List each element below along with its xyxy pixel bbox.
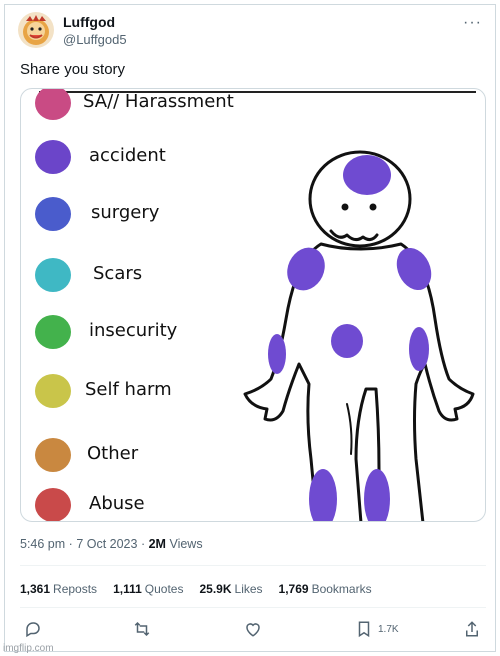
legend-color-dot bbox=[35, 197, 71, 231]
figure-mark bbox=[268, 334, 286, 374]
quotes-stat[interactable]: 1,111 Quotes bbox=[113, 582, 183, 596]
repost-icon[interactable] bbox=[132, 620, 152, 643]
like-icon[interactable] bbox=[244, 620, 262, 643]
tweet-stats: 1,361 Reposts 1,111 Quotes 25.9K Likes 1,76… bbox=[20, 582, 388, 596]
views-count: 2M bbox=[148, 537, 166, 551]
legend-label: insecurity bbox=[89, 320, 178, 341]
views-label: Views bbox=[169, 537, 203, 551]
figure-mark bbox=[409, 327, 429, 371]
legend-label: accident bbox=[89, 145, 166, 166]
bookmark-icon[interactable] bbox=[356, 620, 372, 643]
reply-icon[interactable] bbox=[24, 620, 42, 643]
legend-color-dot bbox=[35, 438, 71, 472]
avatar[interactable] bbox=[18, 12, 54, 48]
legend-color-dot bbox=[35, 89, 71, 120]
legend-label: Self harm bbox=[85, 379, 172, 400]
legend-label: SA// Harassment bbox=[83, 91, 234, 112]
watermark: imgflip.com bbox=[3, 643, 54, 654]
legend-color-dot bbox=[35, 374, 71, 408]
divider bbox=[20, 565, 486, 566]
legend-color-dot bbox=[35, 140, 71, 174]
author-handle[interactable]: @Luffgod5 bbox=[63, 32, 127, 47]
share-icon[interactable] bbox=[464, 620, 480, 643]
cartoon-avatar-icon bbox=[18, 12, 54, 48]
bookmark-count: 1.7K bbox=[378, 624, 399, 635]
legend-label: surgery bbox=[91, 202, 160, 223]
tweet-date[interactable]: 7 Oct 2023 bbox=[76, 537, 137, 551]
bookmarks-stat[interactable]: 1,769 Bookmarks bbox=[279, 582, 372, 596]
legend-color-dot bbox=[35, 258, 71, 292]
divider bbox=[20, 607, 486, 608]
tweet-image[interactable]: SA// Harassment accident surgery Scars insec… bbox=[20, 88, 486, 522]
tweet-text: Share you story bbox=[20, 61, 126, 78]
legend-label: Scars bbox=[93, 263, 143, 284]
figure-mark bbox=[331, 324, 363, 358]
legend-color-dot bbox=[35, 315, 71, 349]
reposts-stat[interactable]: 1,361 Reposts bbox=[20, 582, 97, 596]
legend-label: Abuse bbox=[89, 493, 145, 514]
tweet-meta: 5:46 pm · 7 Oct 2023 · 2M Views bbox=[20, 537, 203, 551]
legend-color-dot bbox=[35, 488, 71, 521]
likes-stat[interactable]: 25.9K Likes bbox=[199, 582, 262, 596]
author-name[interactable]: Luffgod bbox=[63, 14, 115, 30]
more-options-icon[interactable]: ··· bbox=[463, 14, 482, 32]
figure-mark bbox=[343, 155, 391, 195]
tweet-time[interactable]: 5:46 pm bbox=[20, 537, 65, 551]
action-bar: 1.7K bbox=[20, 620, 482, 640]
legend-label: Other bbox=[87, 443, 139, 464]
